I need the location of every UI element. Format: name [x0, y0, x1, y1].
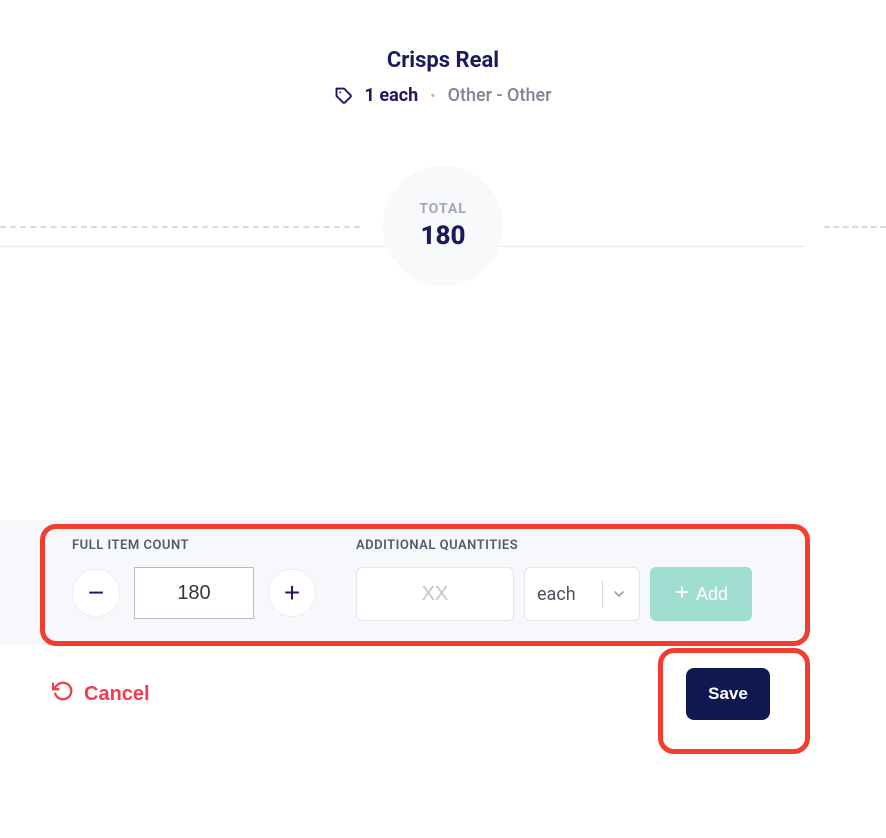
- tag-icon: [335, 87, 353, 105]
- plus-icon: [674, 584, 690, 605]
- unit-text: each: [537, 584, 594, 605]
- full-count-label: FULL ITEM COUNT: [72, 538, 316, 553]
- add-button[interactable]: Add: [650, 567, 752, 621]
- cancel-button[interactable]: Cancel: [52, 680, 150, 708]
- item-header: Crisps Real 1 each • Other - Other: [0, 0, 886, 106]
- count-panel: FULL ITEM COUNT − + ADDITIONAL QUANTITIE…: [0, 520, 806, 645]
- add-button-label: Add: [696, 584, 728, 605]
- undo-icon: [52, 680, 74, 708]
- item-category: Other - Other: [448, 85, 552, 106]
- total-divider: TOTAL 180: [0, 166, 886, 286]
- total-value: 180: [421, 221, 466, 251]
- total-badge: TOTAL 180: [383, 166, 503, 286]
- chevron-down-icon: [611, 586, 627, 602]
- divider-left: [0, 226, 360, 228]
- increment-button[interactable]: +: [268, 569, 316, 617]
- minus-icon: −: [88, 579, 104, 607]
- total-label: TOTAL: [419, 201, 467, 217]
- footer-actions: Cancel Save: [0, 668, 806, 720]
- additional-input[interactable]: [356, 567, 514, 621]
- item-title: Crisps Real: [0, 48, 886, 73]
- unit-divider: [602, 580, 603, 608]
- full-count-input[interactable]: [134, 567, 254, 619]
- save-button[interactable]: Save: [686, 668, 770, 720]
- full-count-section: FULL ITEM COUNT − +: [72, 538, 316, 619]
- additional-label: ADDITIONAL QUANTITIES: [356, 538, 752, 553]
- plus-icon: +: [284, 579, 300, 607]
- additional-section: ADDITIONAL QUANTITIES each: [356, 538, 752, 621]
- item-subtitle: 1 each • Other - Other: [0, 85, 886, 106]
- item-quantity: 1 each: [365, 85, 419, 106]
- decrement-button[interactable]: −: [72, 569, 120, 617]
- separator-bullet: •: [430, 86, 435, 105]
- cancel-label: Cancel: [84, 683, 150, 706]
- divider-right: [824, 226, 886, 228]
- unit-select[interactable]: each: [524, 567, 640, 621]
